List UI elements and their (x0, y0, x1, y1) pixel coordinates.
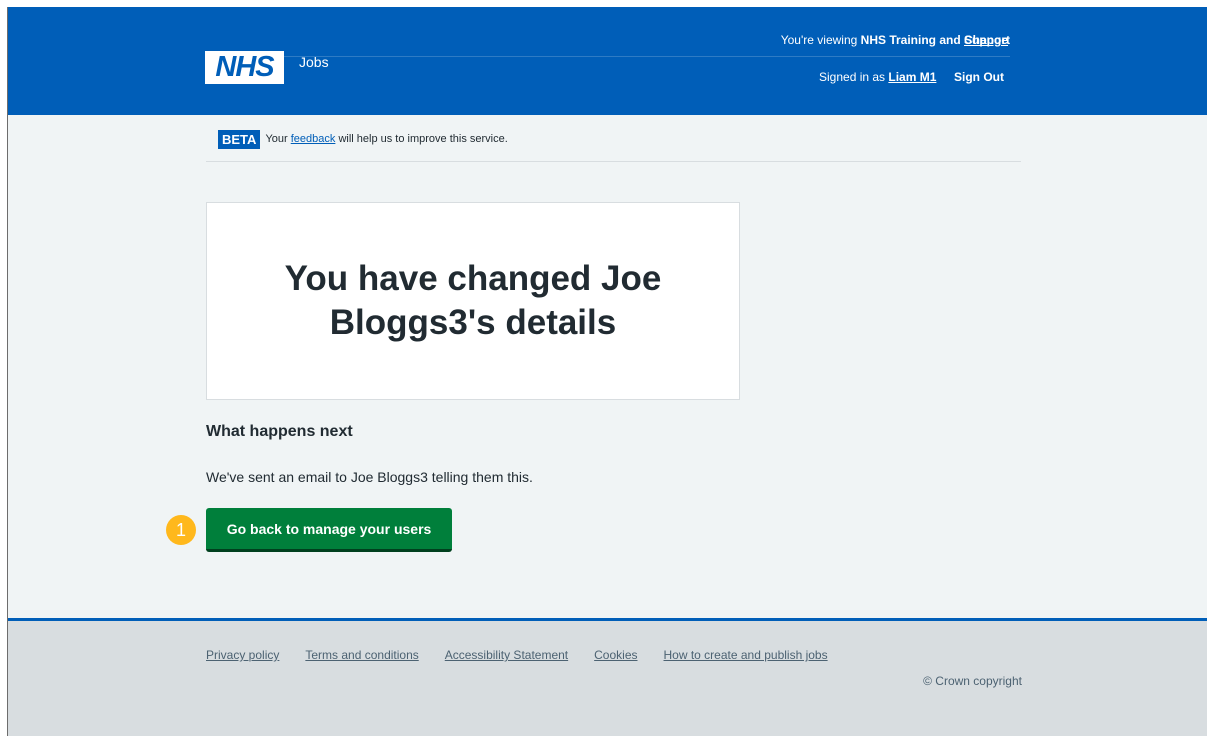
user-account-link[interactable]: Liam M1 (888, 70, 936, 84)
footer-link-privacy-policy[interactable]: Privacy policy (206, 648, 279, 662)
beta-text-after: will help us to improve this service. (338, 133, 508, 145)
sign-out-link[interactable]: Sign Out (954, 70, 1004, 84)
beta-tag: BETA (218, 129, 261, 149)
confirmation-title: You have changed Joe Bloggs3's details (284, 259, 662, 342)
go-back-to-manage-users-button[interactable]: Go back to manage your users (206, 508, 452, 552)
feedback-link[interactable]: feedback (291, 133, 336, 145)
copyright: © Crown copyright (923, 674, 1022, 688)
change-organisation-link[interactable]: Change (964, 33, 1008, 47)
confirmation-panel: You have changed Joe Bloggs3's details (206, 202, 740, 400)
site-header: You're viewing NHS Training and Support … (8, 7, 1207, 115)
signed-in-prefix: Signed in as (819, 70, 886, 84)
step-number-badge: 1 (166, 515, 196, 545)
nhs-logo-text: NHS (215, 51, 274, 83)
footer-link-accessibility-statement[interactable]: Accessibility Statement (445, 648, 568, 662)
nhs-logo[interactable]: NHS (205, 51, 284, 84)
beta-banner: BETA Your feedback will help us to impro… (218, 125, 508, 153)
beta-divider (206, 161, 1021, 162)
what-happens-next-heading: What happens next (206, 423, 353, 440)
service-name: Jobs (299, 54, 329, 70)
site-footer: Privacy policy Terms and conditions Acce… (8, 618, 1207, 736)
what-happens-next-text: We've sent an email to Joe Bloggs3 telli… (206, 469, 533, 485)
footer-link-how-to-create-and-publish-jobs[interactable]: How to create and publish jobs (664, 648, 828, 662)
page: You're viewing NHS Training and Support … (7, 7, 1207, 736)
beta-text-before: Your (265, 133, 288, 145)
footer-links: Privacy policy Terms and conditions Acce… (206, 648, 854, 662)
footer-link-cookies[interactable]: Cookies (594, 648, 637, 662)
viewing-prefix: You're viewing (780, 33, 858, 47)
signed-in-info: Signed in as Liam M1 (819, 70, 936, 84)
footer-link-terms-and-conditions[interactable]: Terms and conditions (305, 648, 418, 662)
